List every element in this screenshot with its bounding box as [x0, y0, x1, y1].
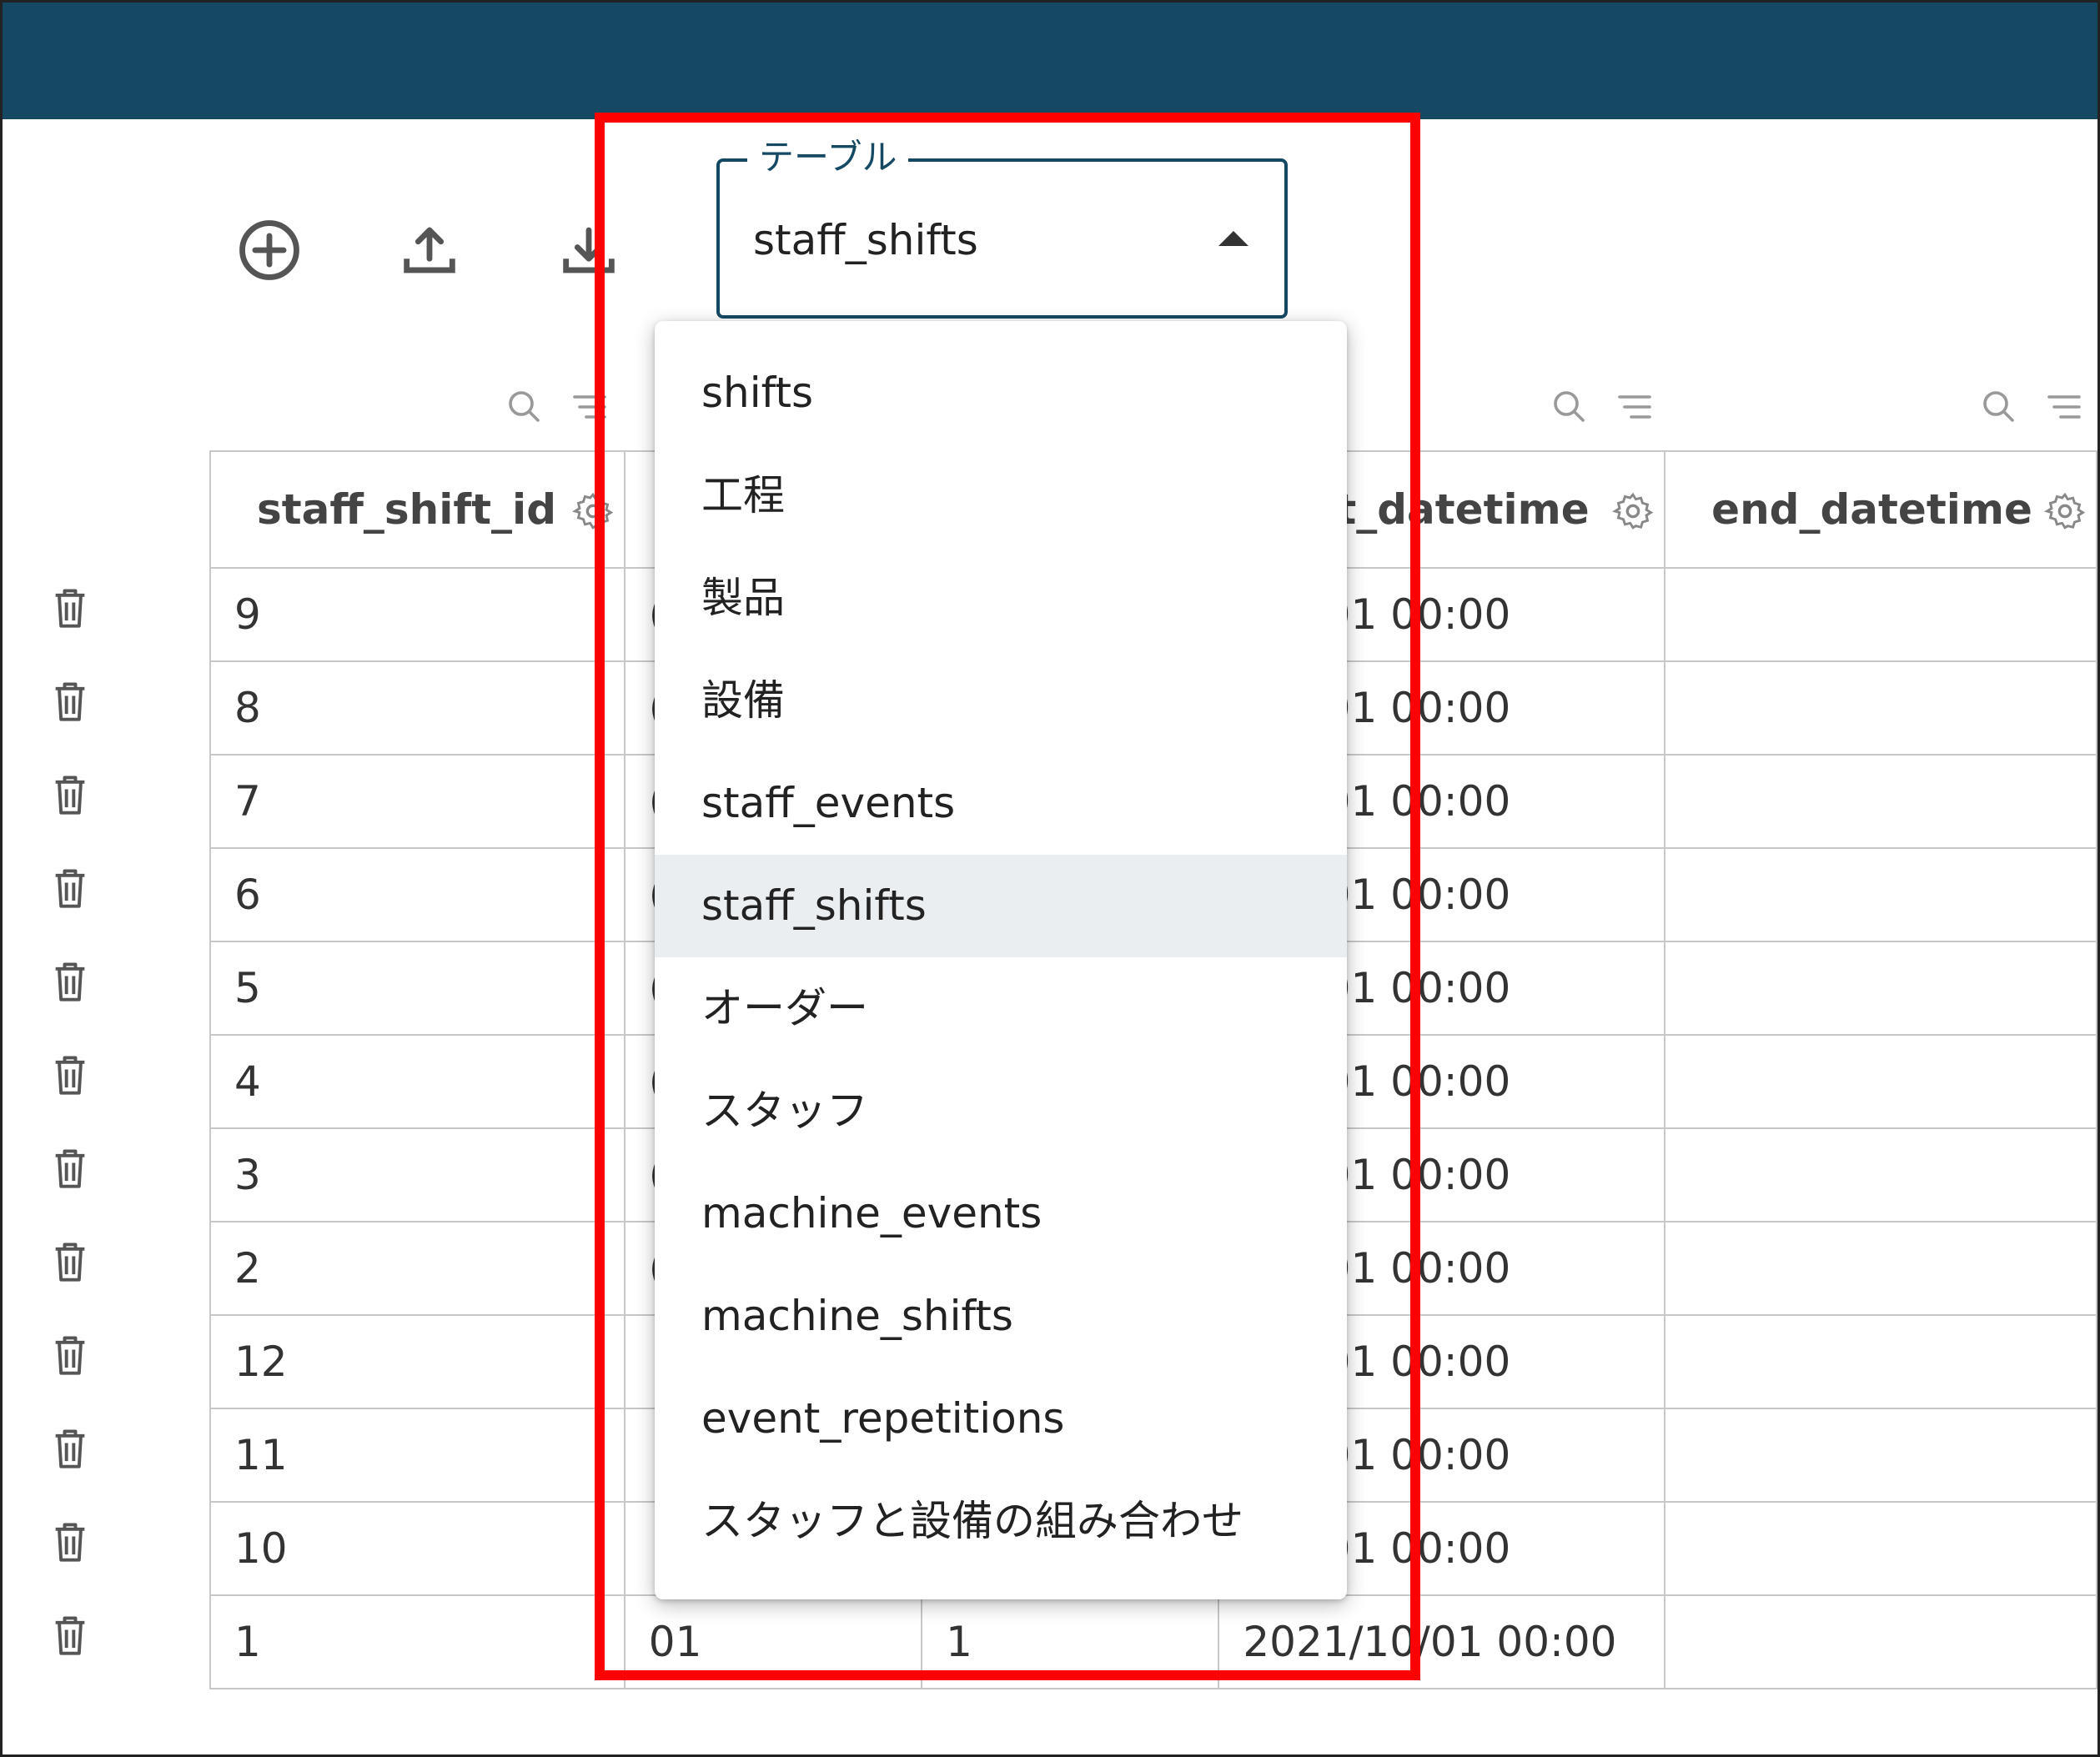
- table-cell[interactable]: [1664, 847, 2097, 942]
- column-header-label: staff_shift_id: [257, 485, 556, 534]
- screenshot-frame: staff_shift_id t_datetime end_datetime 9…: [0, 0, 2100, 1757]
- table-cell[interactable]: [1664, 660, 2097, 756]
- trash-icon[interactable]: [51, 1614, 89, 1657]
- filter-icon[interactable]: [2044, 387, 2084, 427]
- column-header[interactable]: end_datetime: [1664, 450, 2097, 569]
- table-select-value: staff_shifts: [753, 216, 978, 264]
- table-cell[interactable]: [1664, 1501, 2097, 1596]
- column-header[interactable]: staff_shift_id: [209, 450, 625, 569]
- table-cell[interactable]: 2021/10/01 00:00: [1218, 1594, 1666, 1689]
- add-circle-icon: [239, 220, 299, 280]
- dropdown-option[interactable]: スタッフ: [655, 1060, 1347, 1162]
- table-cell[interactable]: 11: [209, 1408, 625, 1503]
- trash-icon[interactable]: [51, 1520, 89, 1564]
- dropdown-option[interactable]: event_repetitions: [655, 1368, 1347, 1470]
- search-icon[interactable]: [1979, 387, 2019, 427]
- dropdown-option[interactable]: staff_events: [655, 752, 1347, 855]
- table-cell[interactable]: 5: [209, 941, 625, 1036]
- table-row[interactable]: 1 01 1 2021/10/01 00:00: [209, 1594, 2097, 1689]
- table-cell[interactable]: 3: [209, 1127, 625, 1222]
- app-header-bar: [3, 3, 2097, 119]
- table-select-label: テーブル: [747, 136, 909, 179]
- dropdown-option[interactable]: 工程: [655, 444, 1347, 547]
- table-cell[interactable]: 9: [209, 567, 625, 662]
- upload-button[interactable]: [392, 213, 467, 288]
- trash-icon[interactable]: [51, 960, 89, 1003]
- table-dropdown-menu: shifts 工程 製品 設備 staff_events staff_shifts オーダー…: [655, 321, 1347, 1599]
- gear-icon[interactable]: [1612, 490, 1654, 532]
- column-tools: [1550, 382, 1655, 432]
- trash-icon[interactable]: [51, 1240, 89, 1283]
- filter-icon[interactable]: [1615, 387, 1655, 427]
- download-icon: [563, 227, 615, 274]
- dropdown-option[interactable]: shifts: [655, 342, 1347, 444]
- trash-icon[interactable]: [51, 1053, 89, 1097]
- dropdown-option[interactable]: machine_events: [655, 1162, 1347, 1265]
- gear-icon[interactable]: [2044, 490, 2086, 532]
- column-tools: [505, 382, 610, 432]
- dropdown-option[interactable]: machine_shifts: [655, 1265, 1347, 1368]
- table-cell[interactable]: 7: [209, 754, 625, 849]
- dropdown-option[interactable]: staff_shifts: [655, 855, 1347, 957]
- dropdown-option[interactable]: オーダー: [655, 957, 1347, 1060]
- search-icon[interactable]: [505, 387, 545, 427]
- table-cell[interactable]: 01: [623, 1594, 923, 1689]
- table-cell[interactable]: [1664, 941, 2097, 1036]
- dropdown-option[interactable]: 製品: [655, 547, 1347, 650]
- trash-icon[interactable]: [51, 680, 89, 723]
- table-cell[interactable]: [1664, 1221, 2097, 1316]
- table-cell[interactable]: [1664, 754, 2097, 849]
- column-tools: [1979, 382, 2084, 432]
- table-cell[interactable]: [1664, 1408, 2097, 1503]
- table-cell[interactable]: 2: [209, 1221, 625, 1316]
- table-cell[interactable]: 12: [209, 1314, 625, 1409]
- table-cell[interactable]: 8: [209, 660, 625, 756]
- search-icon[interactable]: [1550, 387, 1590, 427]
- table-cell[interactable]: 1: [209, 1594, 625, 1689]
- dropdown-option[interactable]: スタッフと設備の組み合わせ: [655, 1470, 1347, 1573]
- gear-icon[interactable]: [571, 490, 614, 532]
- trash-icon[interactable]: [51, 1427, 89, 1470]
- table-cell[interactable]: [1664, 1314, 2097, 1409]
- table-cell[interactable]: 1: [921, 1594, 1220, 1689]
- table-cell[interactable]: 6: [209, 847, 625, 942]
- filter-icon[interactable]: [570, 387, 610, 427]
- download-button[interactable]: [551, 213, 626, 288]
- column-header-label: end_datetime: [1711, 485, 2032, 534]
- upload-icon: [404, 227, 455, 274]
- caret-up-icon[interactable]: [1218, 231, 1248, 246]
- table-cell[interactable]: [1664, 567, 2097, 662]
- table-cell[interactable]: [1664, 1034, 2097, 1129]
- table-cell[interactable]: [1664, 1127, 2097, 1222]
- add-row-button[interactable]: [232, 213, 307, 288]
- dropdown-option[interactable]: 設備: [655, 650, 1347, 752]
- table-cell[interactable]: 4: [209, 1034, 625, 1129]
- trash-icon[interactable]: [51, 586, 89, 630]
- trash-icon[interactable]: [51, 773, 89, 816]
- trash-icon[interactable]: [51, 1333, 89, 1377]
- table-cell[interactable]: 10: [209, 1501, 625, 1596]
- trash-icon[interactable]: [51, 1147, 89, 1190]
- table-cell[interactable]: [1664, 1594, 2097, 1689]
- trash-icon[interactable]: [51, 866, 89, 910]
- column-header-label: t_datetime: [1336, 485, 1590, 534]
